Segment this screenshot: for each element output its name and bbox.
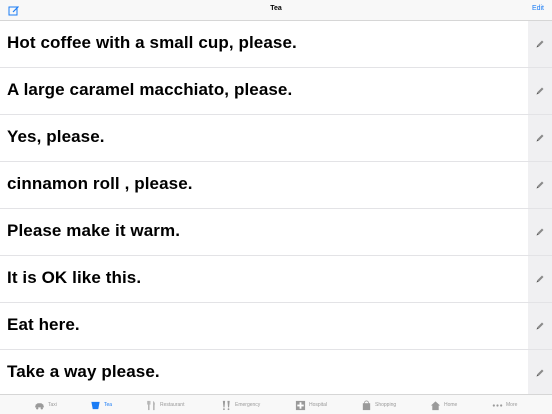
page-title: Tea <box>270 5 282 12</box>
row-edit-button[interactable] <box>528 115 552 161</box>
tab-label: Shopping <box>375 402 397 408</box>
pencil-icon <box>536 322 544 330</box>
phrase-text: It is OK like this. <box>7 268 142 287</box>
list-item[interactable]: Take a way please. <box>0 350 552 397</box>
tab-label: Hospital <box>309 402 328 408</box>
tab-taxi[interactable]: Taxi <box>34 398 57 412</box>
list-item[interactable]: Yes, please. <box>0 115 552 162</box>
tab-home[interactable]: Home <box>430 398 457 412</box>
shopping-bag-icon <box>362 400 371 410</box>
tab-more[interactable]: More <box>492 398 517 412</box>
phrase-text: Hot coffee with a small cup, please. <box>7 33 297 52</box>
row-edit-button[interactable] <box>528 162 552 208</box>
navigation-bar: Tea Edit <box>0 0 552 21</box>
tab-label: Tea <box>104 402 113 408</box>
pencil-icon <box>536 40 544 48</box>
phrase-text: cinnamon roll , please. <box>7 174 193 193</box>
list-item[interactable]: It is OK like this. <box>0 256 552 303</box>
tab-shopping[interactable]: Shopping <box>361 398 396 412</box>
home-icon <box>430 400 441 410</box>
phrase-text: Take a way please. <box>7 362 160 381</box>
tea-icon <box>91 401 100 409</box>
row-edit-button[interactable] <box>528 303 552 349</box>
row-edit-button[interactable] <box>528 256 552 302</box>
row-edit-button[interactable] <box>528 21 552 67</box>
tab-label: Emergency <box>235 402 261 408</box>
phrase-text: Please make it warm. <box>7 221 181 240</box>
hospital-cross-icon <box>295 400 306 410</box>
tab-label: Taxi <box>48 402 57 408</box>
tab-tea[interactable]: Tea <box>90 398 112 412</box>
phrase-text: Eat here. <box>7 315 80 334</box>
phrase-text: Yes, please. <box>7 127 105 146</box>
taxi-icon <box>34 402 45 409</box>
list-item[interactable]: Please make it warm. <box>0 209 552 256</box>
phrase-list: Hot coffee with a small cup, please. A l… <box>0 21 552 397</box>
pencil-icon <box>536 181 544 189</box>
pencil-icon <box>536 134 544 142</box>
exclamation-icon <box>222 400 230 410</box>
more-dots-icon <box>492 403 503 407</box>
row-edit-button[interactable] <box>528 350 552 396</box>
pencil-icon <box>536 87 544 95</box>
list-item[interactable]: cinnamon roll , please. <box>0 162 552 209</box>
list-item[interactable]: Eat here. <box>0 303 552 350</box>
row-edit-button[interactable] <box>528 68 552 114</box>
fork-knife-icon <box>147 400 155 410</box>
row-edit-button[interactable] <box>528 209 552 255</box>
tab-label: More <box>506 402 518 408</box>
phrase-text: A large caramel macchiato, please. <box>7 80 293 99</box>
tab-hospital[interactable]: Hospital <box>295 398 327 412</box>
tab-label: Home <box>444 402 458 408</box>
pencil-icon <box>536 369 544 377</box>
tab-emergency[interactable]: Emergency <box>221 398 260 412</box>
edit-button[interactable]: Edit <box>532 5 544 12</box>
list-item[interactable]: Hot coffee with a small cup, please. <box>0 21 552 68</box>
pencil-icon <box>536 275 544 283</box>
list-item[interactable]: A large caramel macchiato, please. <box>0 68 552 115</box>
pencil-icon <box>536 228 544 236</box>
tab-label: Restaurant <box>160 402 185 408</box>
tab-bar: Taxi Tea Restaurant Emergency Hospital S… <box>0 394 552 414</box>
tab-restaurant[interactable]: Restaurant <box>146 398 184 412</box>
